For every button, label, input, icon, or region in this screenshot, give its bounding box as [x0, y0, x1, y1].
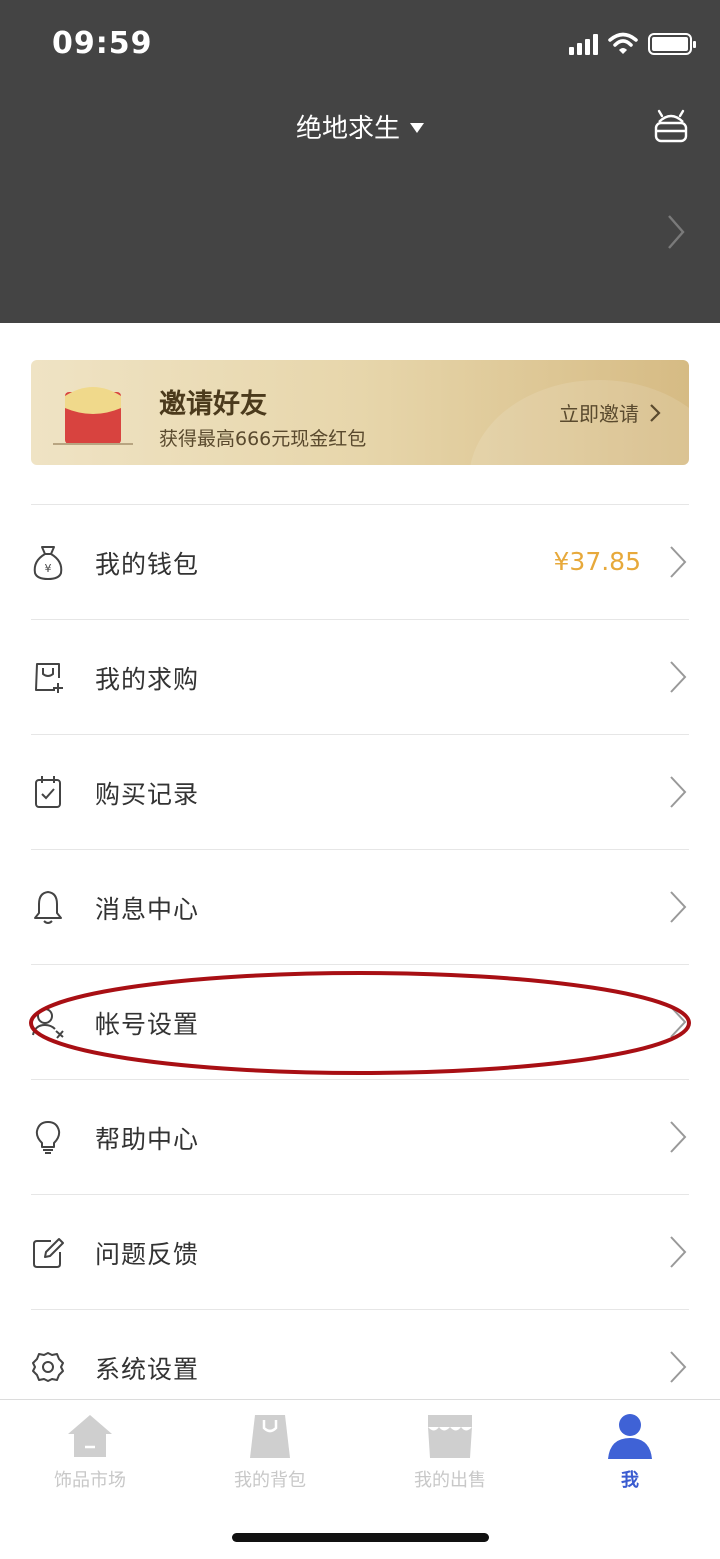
header: 09:59 绝地求生	[0, 0, 720, 323]
invite-now-button[interactable]: 立即邀请	[559, 398, 661, 427]
chevron-right-icon	[670, 1006, 687, 1038]
wallet-balance: ¥37.85	[553, 547, 641, 576]
house-icon	[68, 1415, 112, 1457]
status-icons	[569, 32, 696, 56]
menu-list: ¥ 我的钱包 ¥37.85 我的求购 购买记录 消息中心 帐号设置 帮助中心 问…	[31, 504, 689, 1424]
tab-label: 我的背包	[234, 1470, 306, 1491]
shop-icon	[428, 1415, 472, 1458]
chevron-right-icon	[670, 1351, 687, 1383]
battery-icon	[648, 33, 696, 55]
menu-item-label: 我的钱包	[95, 550, 200, 579]
tab-me[interactable]: 我	[540, 1412, 720, 1492]
menu-item-wallet[interactable]: ¥ 我的钱包 ¥37.85	[31, 504, 689, 619]
lightbulb-icon	[35, 1121, 61, 1154]
chevron-right-icon	[650, 403, 661, 422]
menu-item-label: 帐号设置	[95, 1010, 200, 1039]
menu-item-label: 购买记录	[95, 780, 200, 809]
menu-item-label: 我的求购	[95, 665, 200, 694]
edit-icon	[33, 1238, 64, 1268]
purchase-history-icon	[35, 776, 61, 808]
tab-market[interactable]: 饰品市场	[0, 1412, 180, 1492]
tab-my-sales[interactable]: 我的出售	[360, 1412, 540, 1492]
caret-down-icon	[410, 122, 424, 133]
account-icon	[32, 1008, 64, 1039]
status-time: 09:59	[52, 26, 153, 61]
menu-item-label: 问题反馈	[95, 1240, 200, 1269]
tab-backpack[interactable]: 我的背包	[180, 1412, 360, 1492]
menu-item-purchase-request[interactable]: 我的求购	[31, 619, 689, 734]
profile-chevron-icon[interactable]	[666, 214, 686, 250]
menu-item-purchase-history[interactable]: 购买记录	[31, 734, 689, 849]
customer-service-icon[interactable]	[652, 106, 690, 146]
home-indicator	[232, 1533, 489, 1542]
invite-title: 邀请好友	[159, 389, 267, 420]
chevron-right-icon	[670, 1236, 687, 1268]
wifi-icon	[608, 32, 638, 54]
menu-item-feedback[interactable]: 问题反馈	[31, 1194, 689, 1309]
menu-item-account-settings[interactable]: 帐号设置	[31, 964, 689, 1079]
invite-banner[interactable]: 邀请好友 获得最高666元现金红包 立即邀请	[31, 360, 689, 465]
signal-icon	[569, 33, 598, 55]
chevron-right-icon	[670, 891, 687, 923]
tab-bar: 饰品市场 我的背包 我的出售 我	[0, 1399, 720, 1559]
person-icon	[608, 1414, 652, 1459]
bag-icon	[250, 1415, 290, 1458]
menu-item-help-center[interactable]: 帮助中心	[31, 1079, 689, 1194]
red-envelope-icon	[53, 387, 133, 445]
menu-item-label: 消息中心	[95, 895, 200, 924]
game-title: 绝地求生	[295, 114, 400, 144]
chevron-right-icon	[670, 546, 687, 578]
tab-label: 饰品市场	[54, 1470, 126, 1491]
tab-label: 我	[621, 1470, 639, 1491]
invite-action-label: 立即邀请	[559, 402, 639, 426]
gear-icon	[32, 1352, 64, 1382]
menu-item-messages[interactable]: 消息中心	[31, 849, 689, 964]
wallet-icon: ¥	[33, 546, 63, 581]
bell-icon	[34, 891, 62, 924]
menu-item-label: 系统设置	[95, 1355, 200, 1384]
chevron-right-icon	[670, 661, 687, 693]
menu-item-label: 帮助中心	[95, 1125, 200, 1154]
tab-label: 我的出售	[414, 1470, 486, 1491]
purchase-request-icon	[35, 663, 63, 693]
invite-subtitle: 获得最高666元现金红包	[159, 428, 367, 450]
chevron-right-icon	[670, 1121, 687, 1153]
svg-text:¥: ¥	[45, 562, 52, 575]
game-selector[interactable]: 绝地求生	[0, 108, 720, 145]
chevron-right-icon	[670, 776, 687, 808]
